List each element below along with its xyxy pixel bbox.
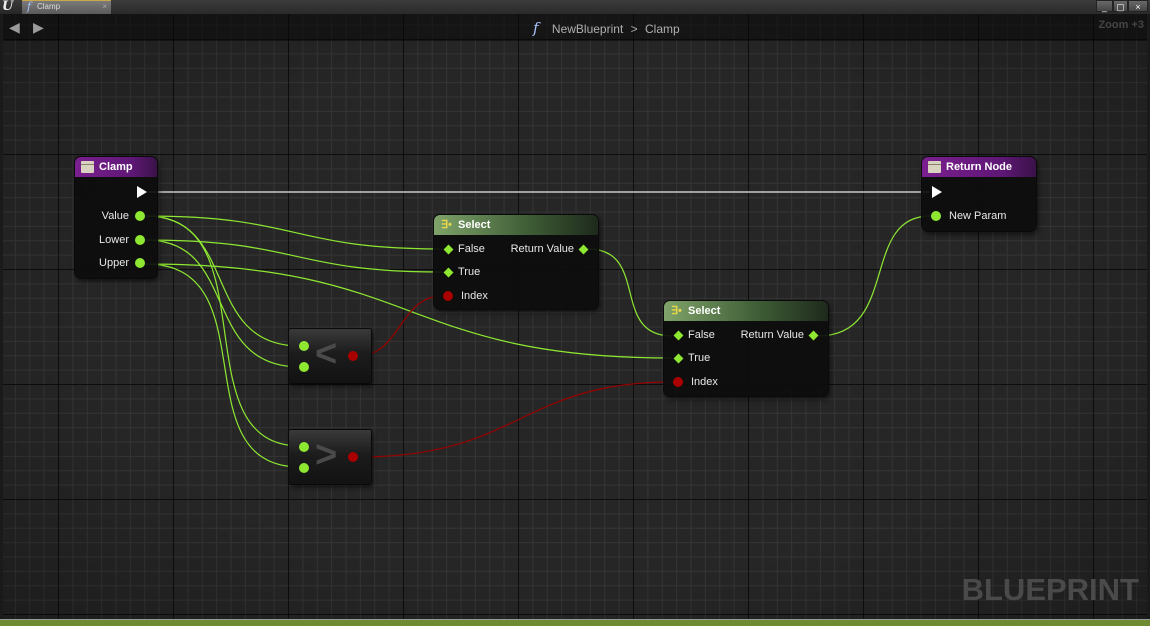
function-result-icon [928,161,941,173]
select-node-1[interactable]: ∃• Select False True Index Return Value [434,215,598,309]
pin-label-true: True [688,352,711,364]
bottom-border [0,619,1150,626]
input-a-pin[interactable] [299,341,309,351]
wire-value-select1-false [145,215,443,250]
wire-lower-select1-true [145,239,443,273]
bool-output-pin[interactable] [348,351,358,361]
wire-value-greater-a [145,215,301,447]
pin-label-upper: Upper [99,257,129,269]
pin-label-return-value: Return Value [510,243,574,255]
return-value-pin[interactable] [578,244,589,255]
node-title: Return Node [946,161,1012,173]
true-pin[interactable] [443,267,454,278]
new-param-pin[interactable] [931,211,941,221]
pin-label-false: False [458,243,485,255]
blueprint-editor-window: U f Clamp × _ ▢ × BLUEPRINT ◀ ▶ f NewBlu… [0,0,1150,626]
input-a-pin[interactable] [299,442,309,452]
wire-upper-greater-b [145,263,301,468]
pin-label-lower: Lower [99,234,129,246]
bool-output-pin[interactable] [348,452,358,462]
wire-greater-select2-index [357,381,673,458]
lower-pin[interactable] [135,235,145,245]
pin-label-value: Value [101,210,129,222]
wire-select2-return [817,215,931,337]
function-entry-icon [81,161,94,173]
node-header: Clamp [75,157,157,177]
node-title: Select [688,305,721,317]
greater-than-node[interactable]: > [289,430,371,484]
value-pin[interactable] [135,211,145,221]
node-header: ∃• Select [664,301,828,321]
node-title: Select [458,219,491,231]
less-than-symbol: < [315,333,338,375]
return-value-pin[interactable] [808,330,819,341]
exec-in-pin-icon[interactable] [932,186,942,198]
node-header: ∃• Select [434,215,598,235]
false-pin[interactable] [443,244,454,255]
wire-lower-less-b [145,239,301,368]
wire-value-less-a [145,215,301,347]
node-header: Return Node [922,157,1036,177]
index-pin[interactable] [673,377,683,387]
wire-select1-select2-false [587,248,673,337]
clamp-entry-node[interactable]: Clamp Value Lower Upper [75,157,157,278]
select-node-2[interactable]: ∃• Select False True Index Return Value [664,301,828,396]
pin-label-index: Index [461,290,488,302]
pin-label-false: False [688,329,715,341]
pin-label-return-value: Return Value [740,329,804,341]
exec-out-pin-icon[interactable] [137,186,147,198]
input-b-pin[interactable] [299,362,309,372]
select-icon: ∃• [671,305,682,317]
upper-pin[interactable] [135,258,145,268]
true-pin[interactable] [673,353,684,364]
wires-layer [145,191,931,468]
node-title: Clamp [99,161,133,173]
index-pin[interactable] [443,291,453,301]
pin-label-new-param: New Param [949,210,1007,222]
pin-label-true: True [458,266,481,278]
greater-than-symbol: > [315,434,338,476]
pin-label-index: Index [691,376,718,388]
return-node[interactable]: Return Node New Param [922,157,1036,231]
less-than-node[interactable]: < [289,329,371,383]
false-pin[interactable] [673,330,684,341]
input-b-pin[interactable] [299,463,309,473]
select-icon: ∃• [441,219,452,231]
